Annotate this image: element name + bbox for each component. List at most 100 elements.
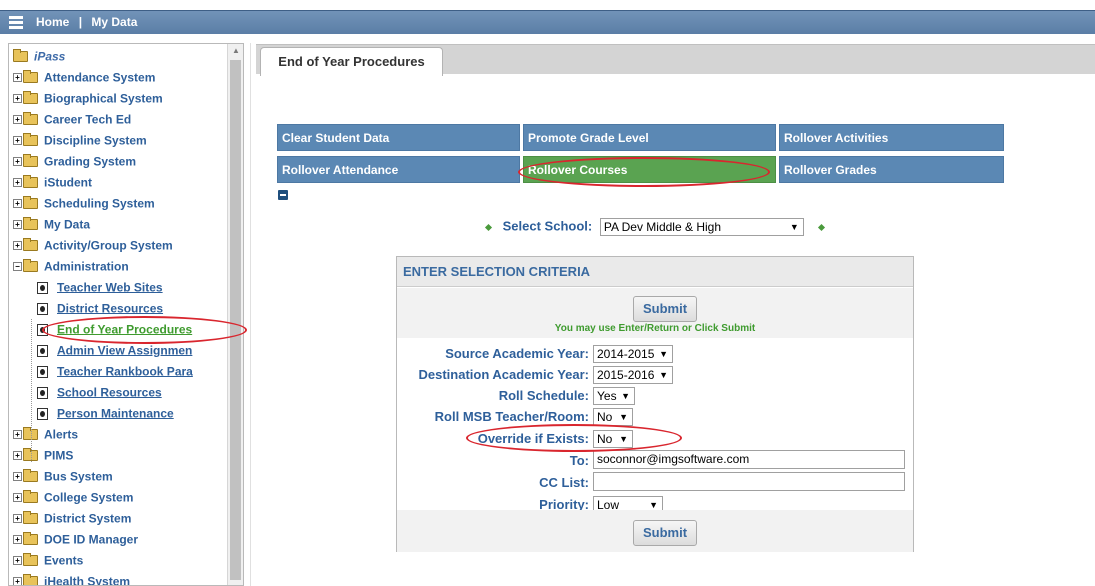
roll-msb-teacher-room-select[interactable]: No ▼ <box>593 408 633 426</box>
sidebar-item-events[interactable]: + Events <box>13 550 228 571</box>
sidebar-item-biographical-system[interactable]: + Biographical System <box>13 88 228 109</box>
sidebar-item-attendance-system[interactable]: + Attendance System <box>13 67 228 88</box>
sidebar-item-grading-system[interactable]: + Grading System <box>13 151 228 172</box>
expand-plus-icon[interactable]: + <box>13 451 22 461</box>
home-link[interactable]: Home <box>36 15 69 29</box>
dropdown-arrow-icon: ▼ <box>659 370 668 380</box>
folder-icon <box>23 469 38 483</box>
open-folder-icon <box>13 49 28 63</box>
expand-plus-icon[interactable]: + <box>13 241 22 251</box>
submit-button-bottom[interactable]: Submit <box>633 520 697 546</box>
sidebar-item-administration[interactable]: − Administration <box>13 256 228 277</box>
roll-schedule-select[interactable]: Yes ▼ <box>593 387 635 405</box>
expand-plus-icon[interactable]: + <box>13 136 22 146</box>
sidebar-item-doe-id-manager[interactable]: + DOE ID Manager <box>13 529 228 550</box>
expand-plus-icon[interactable]: + <box>13 556 22 566</box>
rollover-attendance-button[interactable]: Rollover Attendance <box>277 156 520 183</box>
sidebar-item-alerts[interactable]: + Alerts <box>13 424 228 445</box>
tree-connector-line <box>31 319 32 462</box>
sidebar-item-school-resources[interactable]: School Resources <box>13 382 228 403</box>
expand-plus-icon[interactable]: + <box>13 220 22 230</box>
to-label: To: <box>569 453 589 468</box>
expand-plus-icon[interactable]: + <box>13 115 22 125</box>
submit-button-top[interactable]: Submit <box>633 296 697 322</box>
open-folder-icon <box>23 259 38 273</box>
collapse-minus-icon[interactable]: − <box>13 262 22 272</box>
expand-plus-icon[interactable]: + <box>13 73 22 83</box>
roll-msb-teacher-room-value: No <box>597 410 613 424</box>
sidebar-item-teacher-rankbook-parameters[interactable]: Teacher Rankbook Para <box>13 361 228 382</box>
sidebar-item-district-resources[interactable]: District Resources <box>13 298 228 319</box>
sidebar-item-discipline-system[interactable]: + Discipline System <box>13 130 228 151</box>
rollover-grades-button[interactable]: Rollover Grades <box>779 156 1004 183</box>
sidebar-item-career-tech-ed[interactable]: + Career Tech Ed <box>13 109 228 130</box>
my-data-link[interactable]: My Data <box>91 15 137 29</box>
folder-icon <box>23 91 38 105</box>
school-select[interactable]: PA Dev Middle & High ▼ <box>599 218 804 236</box>
folder-icon <box>23 70 38 84</box>
scroll-up-arrow-icon[interactable]: ▲ <box>228 44 243 58</box>
override-if-exists-label: Override if Exists: <box>477 431 589 446</box>
nav-separator: | <box>78 15 83 29</box>
dropdown-arrow-icon: ▼ <box>659 349 668 359</box>
expand-plus-icon[interactable]: + <box>13 577 22 585</box>
select-school-row: Select School: PA Dev Middle & High ▼ <box>484 218 832 236</box>
sidebar-item-ihealth-system[interactable]: + iHealth System <box>13 571 228 585</box>
expand-plus-icon[interactable]: + <box>13 472 22 482</box>
expand-plus-icon[interactable]: + <box>13 514 22 524</box>
page-icon <box>37 345 48 357</box>
override-if-exists-select[interactable]: No ▼ <box>593 430 633 448</box>
to-email-input[interactable]: soconnor@imgsoftware.com <box>593 450 905 469</box>
sidebar-tree-panel: iPass + Attendance System + Biographical S… <box>8 43 244 586</box>
source-academic-year-select[interactable]: 2014-2015 ▼ <box>593 345 673 363</box>
expand-plus-icon[interactable]: + <box>13 178 22 188</box>
menu-icon[interactable] <box>9 16 23 29</box>
destination-academic-year-select[interactable]: 2015-2016 ▼ <box>593 366 673 384</box>
cc-list-input[interactable] <box>593 472 905 491</box>
expand-plus-icon[interactable]: + <box>13 430 22 440</box>
sidebar-item-istudent[interactable]: + iStudent <box>13 172 228 193</box>
dropdown-arrow-icon: ▼ <box>619 412 628 422</box>
folder-icon <box>23 553 38 567</box>
collapse-minus-icon[interactable] <box>278 190 288 200</box>
sidebar-item-end-of-year-procedures[interactable]: End of Year Procedures <box>13 319 228 340</box>
folder-icon <box>23 574 38 585</box>
page-icon <box>37 303 48 315</box>
sidebar-item-person-maintenance[interactable]: Person Maintenance <box>13 403 228 424</box>
dropdown-arrow-icon: ▼ <box>621 391 630 401</box>
expand-plus-icon[interactable]: + <box>13 493 22 503</box>
expand-plus-icon[interactable]: + <box>13 199 22 209</box>
expand-plus-icon[interactable]: + <box>13 94 22 104</box>
source-academic-year-value: 2014-2015 <box>597 347 655 361</box>
sidebar-scrollbar[interactable]: ▲ <box>227 44 243 585</box>
rollover-activities-button[interactable]: Rollover Activities <box>779 124 1004 151</box>
folder-icon <box>23 238 38 252</box>
sidebar-item-my-data[interactable]: + My Data <box>13 214 228 235</box>
sidebar-item-district-system[interactable]: + District System <box>13 508 228 529</box>
sidebar-item-college-system[interactable]: + College System <box>13 487 228 508</box>
sidebar-item-activity-group-system[interactable]: + Activity/Group System <box>13 235 228 256</box>
roll-msb-teacher-room-label: Roll MSB Teacher/Room: <box>434 409 589 424</box>
sidebar-item-scheduling-system[interactable]: + Scheduling System <box>13 193 228 214</box>
scrollbar-thumb[interactable] <box>230 60 241 580</box>
top-navigation-strip: Home | My Data <box>0 10 1095 34</box>
selection-criteria-panel: ENTER SELECTION CRITERIA Submit You may … <box>396 256 914 552</box>
sidebar-item-teacher-web-sites[interactable]: Teacher Web Sites <box>13 277 228 298</box>
tree-root-ipass[interactable]: iPass <box>13 46 228 67</box>
sidebar-item-bus-system[interactable]: + Bus System <box>13 466 228 487</box>
rollover-courses-button[interactable]: Rollover Courses <box>523 156 776 183</box>
folder-icon <box>23 532 38 546</box>
page-icon <box>37 387 48 399</box>
sidebar-item-pims[interactable]: + PIMS <box>13 445 228 466</box>
promote-grade-level-button[interactable]: Promote Grade Level <box>523 124 776 151</box>
expand-plus-icon[interactable]: + <box>13 535 22 545</box>
tab-end-of-year-procedures[interactable]: End of Year Procedures <box>260 47 443 76</box>
roll-schedule-value: Yes <box>597 389 617 403</box>
folder-icon <box>23 112 38 126</box>
expand-plus-icon[interactable]: + <box>13 157 22 167</box>
sidebar-item-admin-view-assignments[interactable]: Admin View Assignmen <box>13 340 228 361</box>
clear-student-data-button[interactable]: Clear Student Data <box>277 124 520 151</box>
override-if-exists-value: No <box>597 432 613 446</box>
required-diamond-icon <box>484 223 493 231</box>
destination-academic-year-value: 2015-2016 <box>597 368 655 382</box>
